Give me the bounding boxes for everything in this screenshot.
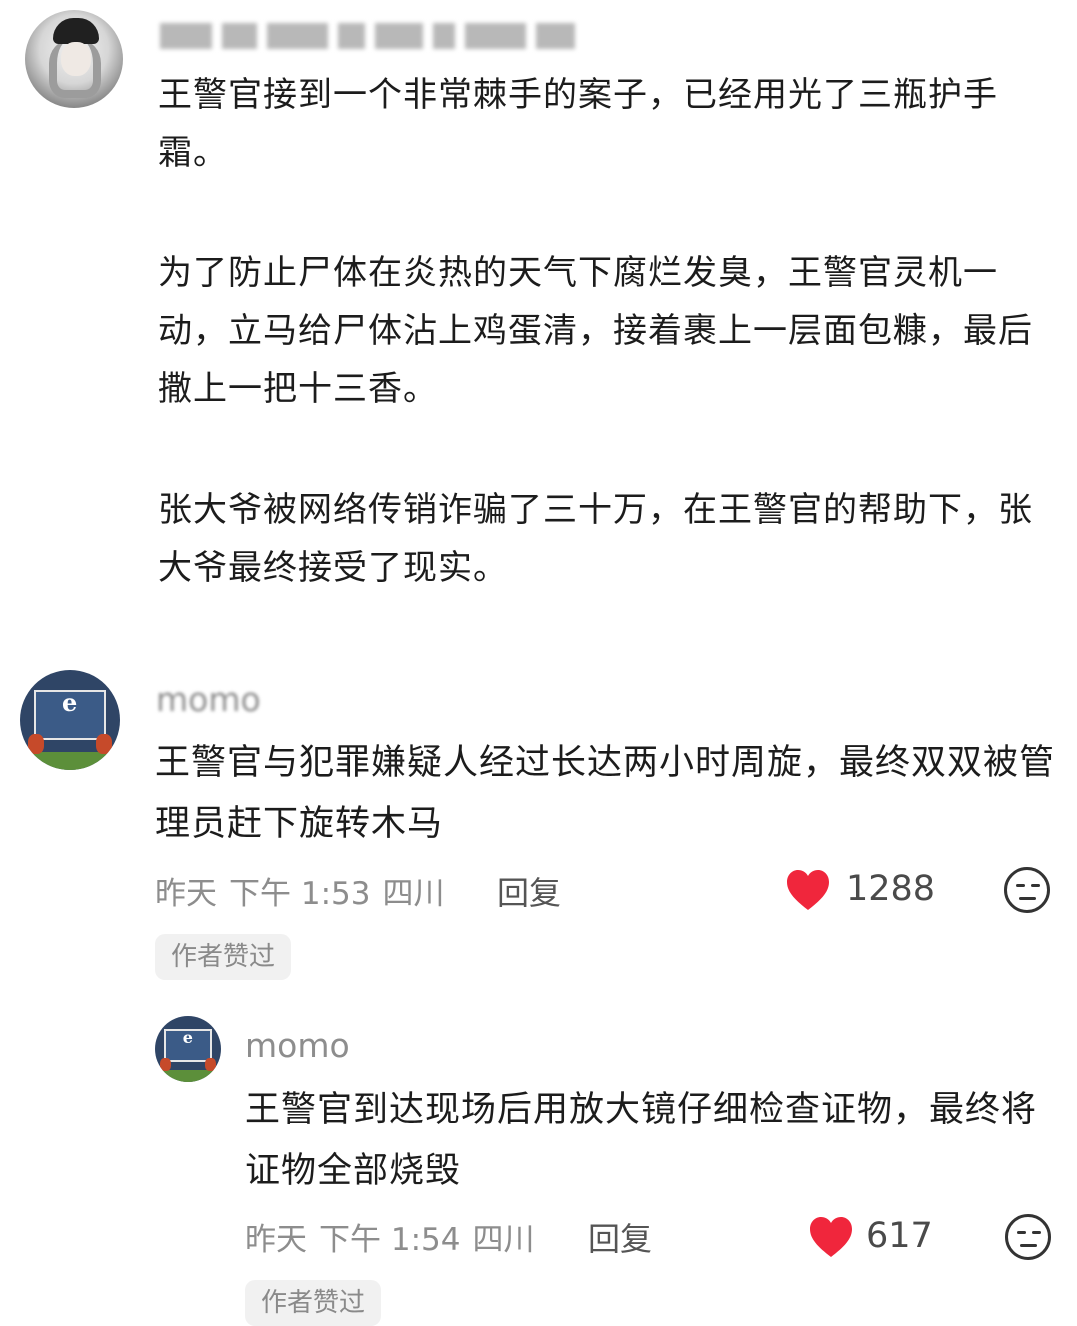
comment-author-avatar[interactable]: e bbox=[20, 670, 120, 770]
reply-author-avatar[interactable]: e bbox=[155, 1016, 221, 1082]
avatar-grass bbox=[20, 752, 120, 770]
heart-icon[interactable] bbox=[808, 1215, 854, 1259]
reply-button[interactable]: 回复 bbox=[588, 1214, 652, 1260]
ie-logo-icon: e bbox=[62, 688, 78, 717]
comment-author-name[interactable]: momo bbox=[156, 680, 261, 719]
ie-logo-icon: e bbox=[182, 1027, 193, 1047]
comment-date: 昨天 bbox=[155, 876, 217, 912]
post-author-avatar[interactable] bbox=[25, 10, 123, 108]
comment-time: 下午 1:53 bbox=[229, 876, 371, 912]
dislike-eye bbox=[1016, 884, 1025, 887]
heart-icon[interactable] bbox=[785, 868, 831, 912]
reply-meta: 昨天 下午 1:54 四川 bbox=[245, 1214, 534, 1259]
avatar-toy bbox=[205, 1058, 216, 1072]
avatar-toy bbox=[96, 734, 112, 754]
dislike-eye bbox=[1032, 1231, 1041, 1234]
reply-time: 下午 1:54 bbox=[319, 1222, 461, 1258]
reply-date: 昨天 bbox=[245, 1222, 307, 1258]
dislike-eye bbox=[1031, 884, 1040, 887]
comment-location: 四川 bbox=[382, 876, 445, 912]
avatar-toy bbox=[28, 734, 44, 754]
dislike-face-icon[interactable] bbox=[1005, 1214, 1051, 1260]
comment-meta: 昨天 下午 1:53 四川 bbox=[155, 868, 444, 913]
dislike-mouth bbox=[1019, 897, 1036, 900]
reply-author-name[interactable]: momo bbox=[245, 1026, 350, 1065]
avatar-face bbox=[61, 42, 91, 76]
reply-location: 四川 bbox=[472, 1222, 535, 1258]
post-paragraph-1: 王警官接到一个非常棘手的案子，已经用光了三瓶护手霜。 bbox=[158, 75, 998, 173]
dislike-face-icon[interactable] bbox=[1004, 867, 1050, 913]
avatar-toy bbox=[160, 1058, 171, 1072]
post-paragraph-3: 张大爷被网络传销诈骗了三十万，在王警官的帮助下，张大爷最终接受了现实。 bbox=[158, 490, 1033, 588]
author-liked-badge: 作者赞过 bbox=[245, 1280, 382, 1326]
avatar-hat bbox=[53, 18, 99, 44]
avatar-grass bbox=[155, 1070, 221, 1082]
like-count: 1288 bbox=[846, 869, 936, 909]
post-author-name-blurred[interactable] bbox=[160, 18, 575, 54]
reply-button[interactable]: 回复 bbox=[497, 868, 561, 914]
comment-body: 王警官与犯罪嫌疑人经过长达两小时周旋，最终双双被管理员赶下旋转木马 bbox=[155, 743, 1056, 844]
reply-body: 王警官到达现场后用放大镜仔细检查证物，最终将证物全部烧毁 bbox=[245, 1090, 1038, 1191]
post-paragraph-2: 为了防止尸体在炎热的天气下腐烂发臭，王警官灵机一动，立马给尸体沾上鸡蛋清，接着裹… bbox=[158, 253, 1033, 409]
like-count: 617 bbox=[866, 1216, 933, 1256]
dislike-eye bbox=[1017, 1231, 1026, 1234]
author-liked-badge: 作者赞过 bbox=[155, 934, 292, 980]
dislike-mouth bbox=[1020, 1244, 1037, 1247]
